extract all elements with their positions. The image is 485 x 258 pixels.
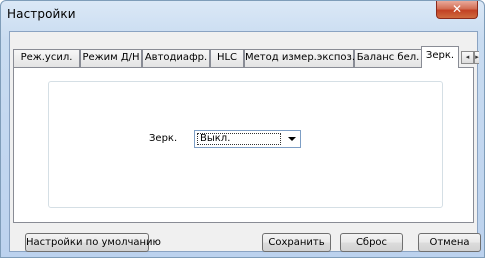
- arrow-right-icon: ▸: [475, 53, 479, 61]
- settings-dialog: Настройки ✕ Реж.усил. Режим Д/Н Автодиаф…: [0, 0, 485, 258]
- reset-button[interactable]: Сброс: [340, 233, 403, 252]
- mirror-label: Зерк.: [149, 133, 178, 144]
- title-bar[interactable]: Настройки ✕: [1, 1, 484, 31]
- close-icon: ✕: [451, 2, 463, 16]
- chevron-down-icon: [288, 137, 296, 141]
- close-button[interactable]: ✕: [436, 1, 478, 19]
- tab-hlc[interactable]: HLC: [210, 49, 244, 67]
- defaults-button[interactable]: Настройки по умолчанию: [25, 233, 161, 252]
- dialog-client-area: Реж.усил. Режим Д/Н Автодиафр. HLC Метод…: [9, 31, 481, 252]
- tab-day-night[interactable]: Режим Д/Н: [80, 49, 142, 67]
- tab-mirror[interactable]: Зерк.: [421, 46, 459, 68]
- window-title: Настройки: [7, 7, 76, 21]
- tab-auto-iris[interactable]: Автодиафр.: [142, 49, 210, 67]
- cancel-button[interactable]: Отмена: [418, 233, 481, 252]
- tab-page-mirror: Зерк. Выкл.: [13, 67, 474, 223]
- tab-strip: Реж.усил. Режим Д/Н Автодиафр. HLC Метод…: [13, 45, 479, 68]
- tab-exposure-metering[interactable]: Метод измер.экспоз.: [244, 49, 355, 67]
- save-button[interactable]: Сохранить: [262, 233, 331, 252]
- tab-scroll-right-button[interactable]: ▸: [474, 51, 479, 64]
- tab-white-balance[interactable]: Баланс бел.: [354, 49, 422, 67]
- mirror-select-value: Выкл.: [197, 133, 281, 145]
- mirror-select[interactable]: Выкл.: [194, 130, 301, 148]
- tab-scroll-left-button[interactable]: ◂: [461, 51, 474, 64]
- tab-gain[interactable]: Реж.усил.: [13, 49, 80, 67]
- arrow-left-icon: ◂: [465, 53, 470, 61]
- mirror-settings-group: Зерк. Выкл.: [48, 81, 443, 208]
